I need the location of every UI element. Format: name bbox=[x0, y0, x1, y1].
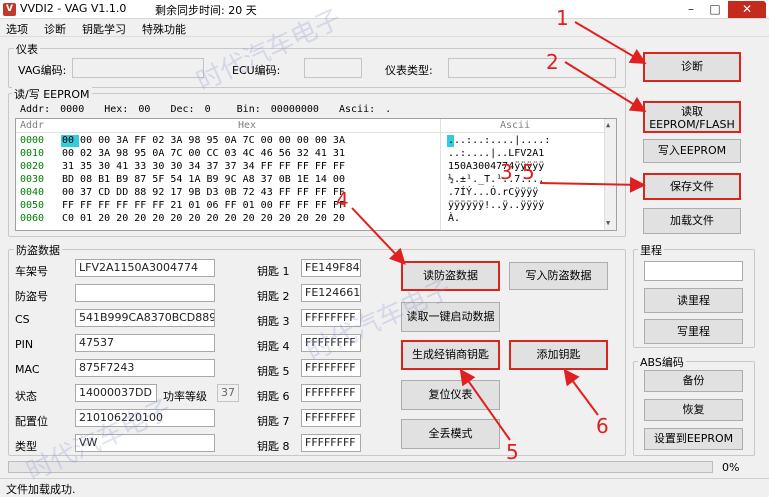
annotation-number-3: 3 bbox=[500, 160, 513, 184]
annotation-arrow-2 bbox=[564, 61, 647, 113]
annotation-arrow-5 bbox=[459, 368, 511, 441]
annotation-overlay bbox=[351, 21, 647, 441]
annotation-number-2: 2 bbox=[546, 50, 559, 74]
annotation-number-1: 1 bbox=[556, 6, 569, 30]
annotation-number-5: 5 bbox=[506, 440, 519, 464]
annotation-number-6: 6 bbox=[596, 414, 609, 438]
annotation-number-3b: 5 bbox=[522, 160, 535, 184]
annotation-arrow-1 bbox=[574, 21, 647, 65]
annotation-arrow-4 bbox=[351, 207, 406, 265]
annotation-number-4: 4 bbox=[336, 188, 349, 212]
annotation-arrow-6 bbox=[563, 368, 599, 416]
annotation-arrow-3 bbox=[539, 176, 646, 193]
